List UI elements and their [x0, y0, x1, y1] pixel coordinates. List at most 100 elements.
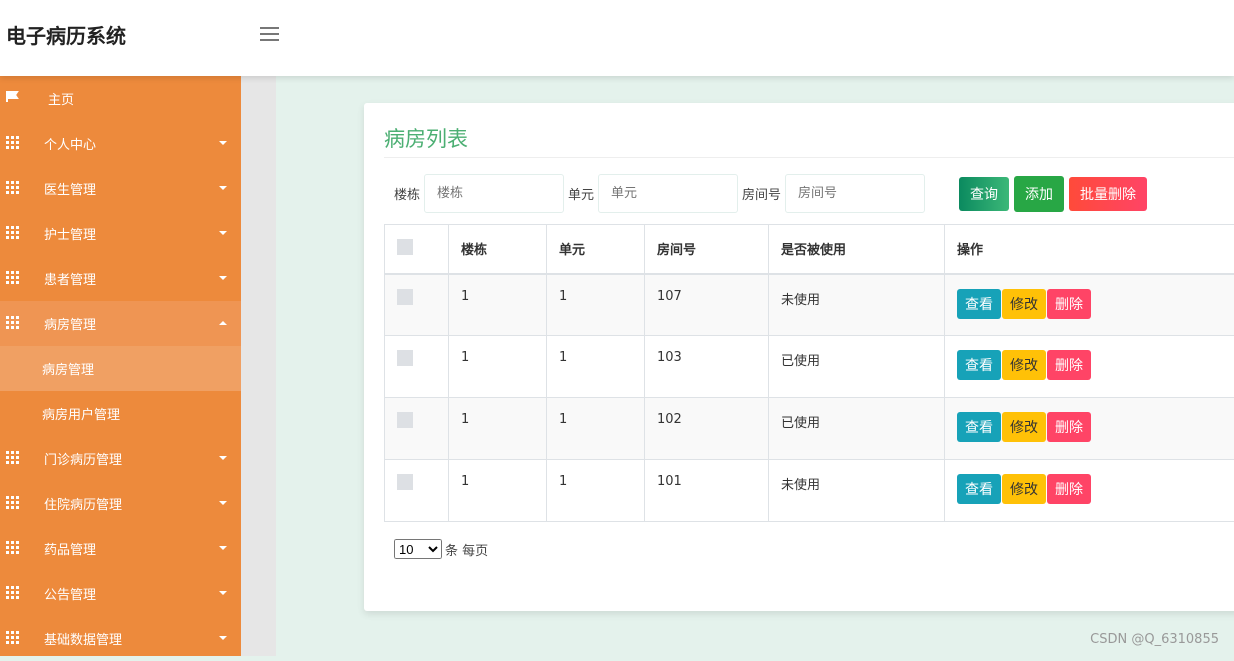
table-cell: 已使用 [769, 398, 945, 460]
row-checkbox[interactable] [397, 474, 413, 490]
row-checkbox[interactable] [397, 289, 413, 305]
sidebar-gutter [241, 76, 276, 656]
unit-label: 单元 [568, 184, 594, 203]
sidebar-item-label: 个人中心 [44, 134, 96, 153]
unit-input[interactable] [598, 174, 738, 213]
divider [384, 157, 1234, 158]
flag-icon [6, 91, 19, 102]
sidebar-item-label: 医生管理 [44, 179, 96, 198]
table-cell: 1 [547, 336, 645, 398]
delete-button[interactable]: 删除 [1047, 350, 1091, 380]
table-cell: 1 [547, 460, 645, 522]
sidebar-item[interactable]: 个人中心 [0, 121, 241, 166]
ward-table: 楼栋 单元 房间号 是否被使用 操作 11107未使用 查看修改删除 11103… [384, 224, 1234, 522]
page-size-suffix: 条 每页 [445, 540, 488, 559]
watermark: CSDN @Q_6310855 [1090, 632, 1219, 647]
sidebar-item-label: 药品管理 [44, 539, 96, 558]
add-button[interactable]: 添加 [1014, 176, 1064, 212]
delete-button[interactable]: 删除 [1047, 412, 1091, 442]
grid-icon [6, 451, 19, 462]
app-title: 电子病历系统 [6, 20, 126, 49]
row-checkbox[interactable] [397, 412, 413, 428]
chevron-down-icon [219, 456, 227, 460]
view-button[interactable]: 查看 [957, 412, 1001, 442]
table-cell: 101 [645, 460, 769, 522]
chevron-down-icon [219, 276, 227, 280]
page-title: 病房列表 [384, 123, 468, 153]
chevron-up-icon [219, 321, 227, 325]
grid-icon [6, 271, 19, 282]
grid-icon [6, 136, 19, 147]
query-button[interactable]: 查询 [959, 177, 1009, 211]
sidebar-item[interactable]: 病房管理 [0, 301, 241, 346]
col-unit: 单元 [547, 225, 645, 274]
chevron-down-icon [219, 591, 227, 595]
delete-button[interactable]: 删除 [1047, 289, 1091, 319]
chevron-down-icon [219, 186, 227, 190]
sidebar-item[interactable]: 公告管理 [0, 571, 241, 616]
sidebar-subitem[interactable]: 病房管理 [0, 346, 241, 391]
room-input[interactable] [785, 174, 925, 213]
edit-button[interactable]: 修改 [1002, 289, 1046, 319]
building-input[interactable] [424, 174, 564, 213]
edit-button[interactable]: 修改 [1002, 412, 1046, 442]
table-cell: 1 [449, 398, 547, 460]
table-cell: 1 [449, 274, 547, 336]
row-checkbox[interactable] [397, 350, 413, 366]
table-cell: 103 [645, 336, 769, 398]
sidebar-item[interactable]: 主页 [0, 76, 241, 121]
sidebar-subitem-label: 病房用户管理 [42, 404, 120, 423]
pagination: 10 条 每页 [394, 539, 488, 559]
page-size-select[interactable]: 10 [394, 539, 442, 559]
building-label: 楼栋 [394, 184, 420, 203]
chevron-down-icon [219, 231, 227, 235]
grid-icon [6, 316, 19, 327]
view-button[interactable]: 查看 [957, 474, 1001, 504]
sidebar-item[interactable]: 门诊病历管理 [0, 436, 241, 481]
col-room: 房间号 [645, 225, 769, 274]
table-cell: 1 [547, 398, 645, 460]
sidebar-subitem-label: 病房管理 [42, 359, 94, 378]
sidebar-item[interactable]: 住院病历管理 [0, 481, 241, 526]
sidebar-item[interactable]: 患者管理 [0, 256, 241, 301]
table-cell: 未使用 [769, 460, 945, 522]
batch-delete-button[interactable]: 批量删除 [1069, 177, 1147, 211]
sidebar-item-label: 公告管理 [44, 584, 96, 603]
table-cell: 1 [449, 460, 547, 522]
table-row: 11101未使用 查看修改删除 [385, 460, 1234, 522]
sidebar-item[interactable]: 医生管理 [0, 166, 241, 211]
edit-button[interactable]: 修改 [1002, 350, 1046, 380]
view-button[interactable]: 查看 [957, 350, 1001, 380]
sidebar-item-label: 病房管理 [44, 314, 96, 333]
hamburger-icon[interactable] [260, 27, 279, 41]
chevron-down-icon [219, 501, 227, 505]
search-bar: 楼栋 单元 房间号 查询 添加 批量删除 [394, 174, 1147, 213]
sidebar-item[interactable]: 药品管理 [0, 526, 241, 571]
chevron-down-icon [219, 141, 227, 145]
edit-button[interactable]: 修改 [1002, 474, 1046, 504]
table-cell: 102 [645, 398, 769, 460]
delete-button[interactable]: 删除 [1047, 474, 1091, 504]
select-all-checkbox[interactable] [397, 239, 413, 255]
sidebar: 主页个人中心医生管理护士管理患者管理病房管理病房管理病房用户管理门诊病历管理住院… [0, 76, 241, 656]
top-header: 电子病历系统 [0, 0, 1234, 76]
sidebar-item-label: 门诊病历管理 [44, 449, 122, 468]
view-button[interactable]: 查看 [957, 289, 1001, 319]
table-cell: 已使用 [769, 336, 945, 398]
ward-list-card: 病房列表 楼栋 单元 房间号 查询 添加 批量删除 楼栋 单元 房间号 是否被使… [364, 103, 1234, 611]
grid-icon [6, 586, 19, 597]
table-row: 11103已使用 查看修改删除 [385, 336, 1234, 398]
table-cell: 1 [547, 274, 645, 336]
sidebar-item[interactable]: 护士管理 [0, 211, 241, 256]
table-row: 11107未使用 查看修改删除 [385, 274, 1234, 336]
sidebar-subitem[interactable]: 病房用户管理 [0, 391, 241, 436]
room-label: 房间号 [742, 184, 781, 203]
sidebar-item[interactable]: 基础数据管理 [0, 616, 241, 661]
chevron-down-icon [219, 546, 227, 550]
grid-icon [6, 226, 19, 237]
grid-icon [6, 181, 19, 192]
col-building: 楼栋 [449, 225, 547, 274]
sidebar-item-label: 护士管理 [44, 224, 96, 243]
grid-icon [6, 496, 19, 507]
sidebar-item-label: 基础数据管理 [44, 629, 122, 648]
